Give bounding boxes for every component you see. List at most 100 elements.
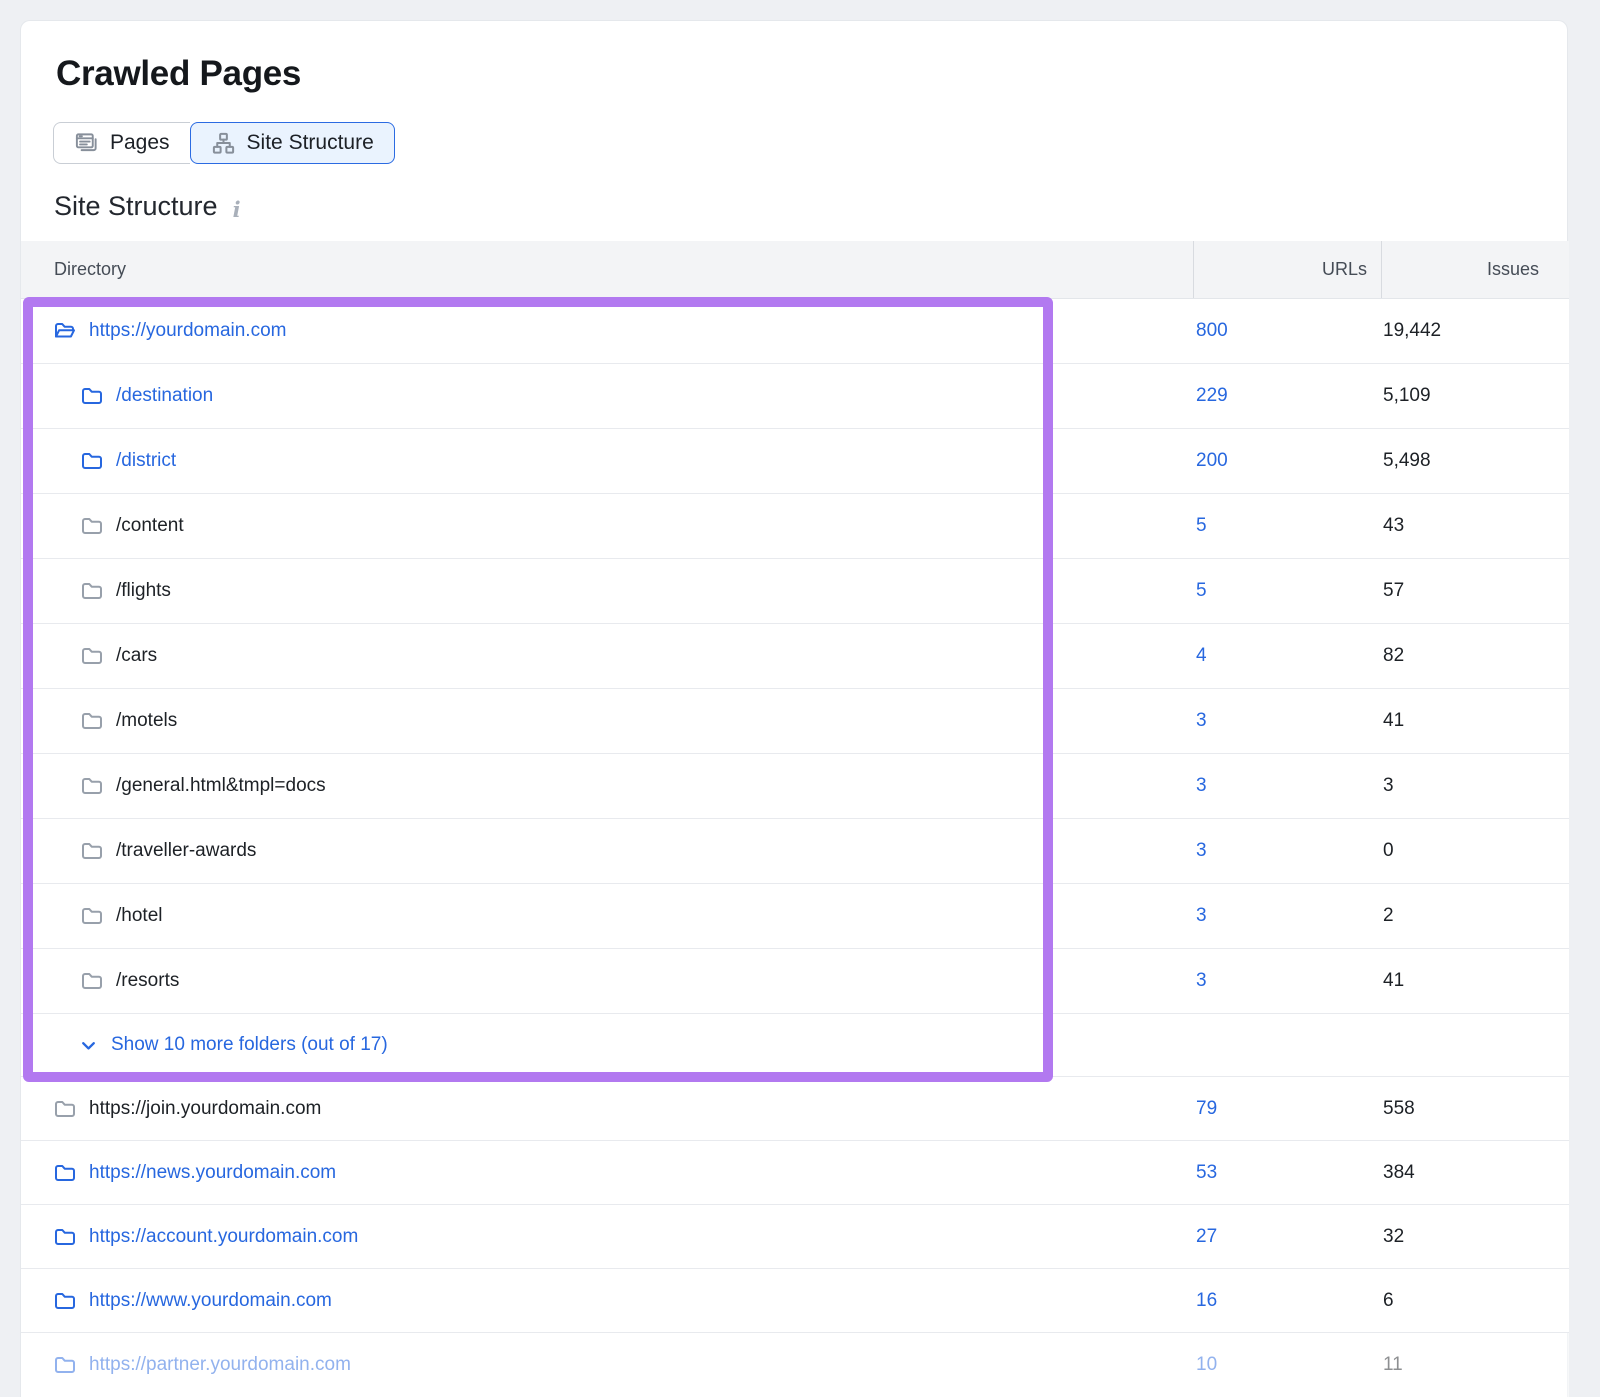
table-row: /cars 4 82: [21, 624, 1569, 689]
domain-rows-group: https://join.yourdomain.com 79 558 https…: [21, 1077, 1569, 1397]
urls-count-link[interactable]: 5: [1193, 515, 1381, 537]
directory-cell[interactable]: /cars: [21, 645, 1193, 667]
show-more-folders-link[interactable]: Show 10 more folders (out of 17): [21, 1014, 1569, 1077]
directory-label[interactable]: /general.html&tmpl=docs: [116, 775, 326, 797]
directory-label[interactable]: /flights: [116, 580, 171, 602]
directory-label[interactable]: /resorts: [116, 970, 179, 992]
issues-count: 5,498: [1381, 450, 1569, 472]
urls-count-link[interactable]: 229: [1193, 385, 1381, 407]
directory-cell[interactable]: https://www.yourdomain.com: [21, 1290, 1193, 1312]
table-header: Directory URLs Issues: [21, 241, 1569, 299]
pages-tab[interactable]: Pages: [53, 122, 190, 164]
directory-cell[interactable]: /content: [21, 515, 1193, 537]
table-row: /hotel 3 2: [21, 884, 1569, 949]
site-structure-tab-label: Site Structure: [247, 131, 374, 155]
table-row: /general.html&tmpl=docs 3 3: [21, 754, 1569, 819]
table-row: /destination 229 5,109: [21, 364, 1569, 429]
directory-label[interactable]: https://news.yourdomain.com: [89, 1162, 336, 1184]
urls-count-link[interactable]: 53: [1193, 1162, 1381, 1184]
directory-cell[interactable]: https://news.yourdomain.com: [21, 1162, 1193, 1184]
urls-count-link[interactable]: 3: [1193, 710, 1381, 732]
show-more-label: Show 10 more folders (out of 17): [111, 1034, 388, 1056]
urls-count-link[interactable]: 3: [1193, 840, 1381, 862]
directory-cell[interactable]: /resorts: [21, 970, 1193, 992]
folder-icon: [54, 1099, 76, 1119]
issues-count: 6: [1381, 1290, 1569, 1312]
directory-cell[interactable]: https://join.yourdomain.com: [21, 1098, 1193, 1120]
directory-label[interactable]: /district: [116, 450, 176, 472]
directory-cell[interactable]: /traveller-awards: [21, 840, 1193, 862]
site-structure-icon: [211, 131, 236, 156]
directory-label[interactable]: /destination: [116, 385, 213, 407]
urls-count-link[interactable]: 79: [1193, 1098, 1381, 1120]
table-row: /motels 3 41: [21, 689, 1569, 754]
site-structure-table: Directory URLs Issues https://yourdomain…: [21, 241, 1569, 1397]
urls-count-link[interactable]: 200: [1193, 450, 1381, 472]
column-header-issues[interactable]: Issues: [1381, 241, 1569, 298]
urls-count-link[interactable]: 27: [1193, 1226, 1381, 1248]
issues-count: 11: [1381, 1354, 1569, 1376]
column-header-directory[interactable]: Directory: [21, 241, 1193, 298]
directory-label[interactable]: https://yourdomain.com: [89, 320, 286, 342]
urls-count-link[interactable]: 3: [1193, 775, 1381, 797]
urls-count-link[interactable]: 5: [1193, 580, 1381, 602]
folder-icon: [81, 516, 103, 536]
directory-cell[interactable]: https://partner.yourdomain.com: [21, 1354, 1193, 1376]
issues-count: 19,442: [1381, 320, 1569, 342]
column-header-urls[interactable]: URLs: [1193, 241, 1381, 298]
pages-tab-label: Pages: [110, 131, 170, 155]
directory-label[interactable]: https://account.yourdomain.com: [89, 1226, 358, 1248]
table-row: /district 200 5,498: [21, 429, 1569, 494]
directory-label[interactable]: https://partner.yourdomain.com: [89, 1354, 351, 1376]
urls-count-link[interactable]: 10: [1193, 1354, 1381, 1376]
table-row: https://join.yourdomain.com 79 558: [21, 1077, 1569, 1141]
directory-cell[interactable]: /hotel: [21, 905, 1193, 927]
issues-count: 41: [1381, 970, 1569, 992]
issues-count: 558: [1381, 1098, 1569, 1120]
urls-count-link[interactable]: 3: [1193, 970, 1381, 992]
folder-icon: [81, 971, 103, 991]
directory-label[interactable]: /cars: [116, 645, 157, 667]
issues-count: 57: [1381, 580, 1569, 602]
directory-label[interactable]: /hotel: [116, 905, 162, 927]
directory-cell[interactable]: https://account.yourdomain.com: [21, 1226, 1193, 1248]
directory-cell[interactable]: /destination: [21, 385, 1193, 407]
folder-icon: [81, 581, 103, 601]
folder-icon: [54, 1163, 76, 1183]
page-title: Crawled Pages: [56, 54, 301, 94]
urls-count-link[interactable]: 800: [1193, 320, 1381, 342]
directory-cell[interactable]: /general.html&tmpl=docs: [21, 775, 1193, 797]
info-icon[interactable]: i: [233, 192, 241, 222]
directory-cell[interactable]: /flights: [21, 580, 1193, 602]
folder-icon: [81, 451, 103, 471]
table-row: https://news.yourdomain.com 53 384: [21, 1141, 1569, 1205]
pages-icon: [74, 131, 99, 156]
view-toggle: Pages Site Structure: [53, 122, 395, 164]
table-row: https://account.yourdomain.com 27 32: [21, 1205, 1569, 1269]
directory-cell[interactable]: https://yourdomain.com: [21, 320, 1193, 342]
issues-count: 5,109: [1381, 385, 1569, 407]
directory-label[interactable]: /content: [116, 515, 184, 537]
folder-icon: [81, 646, 103, 666]
table-row: https://partner.yourdomain.com 10 11: [21, 1333, 1569, 1397]
site-structure-tab[interactable]: Site Structure: [190, 122, 395, 164]
issues-count: 2: [1381, 905, 1569, 927]
directory-cell[interactable]: /motels: [21, 710, 1193, 732]
directory-label[interactable]: /traveller-awards: [116, 840, 256, 862]
issues-count: 0: [1381, 840, 1569, 862]
folder-rows-group: https://yourdomain.com 800 19,442 /desti…: [21, 299, 1569, 1014]
section-heading: Site Structure i: [54, 191, 241, 222]
folder-icon: [81, 776, 103, 796]
urls-count-link[interactable]: 16: [1193, 1290, 1381, 1312]
directory-label[interactable]: https://www.yourdomain.com: [89, 1290, 332, 1312]
directory-cell[interactable]: /district: [21, 450, 1193, 472]
directory-label[interactable]: https://join.yourdomain.com: [89, 1098, 321, 1120]
section-heading-text: Site Structure: [54, 191, 218, 222]
urls-count-link[interactable]: 4: [1193, 645, 1381, 667]
issues-count: 43: [1381, 515, 1569, 537]
folder-icon: [54, 1227, 76, 1247]
directory-label[interactable]: /motels: [116, 710, 177, 732]
folder-icon: [54, 1291, 76, 1311]
urls-count-link[interactable]: 3: [1193, 905, 1381, 927]
issues-count: 32: [1381, 1226, 1569, 1248]
